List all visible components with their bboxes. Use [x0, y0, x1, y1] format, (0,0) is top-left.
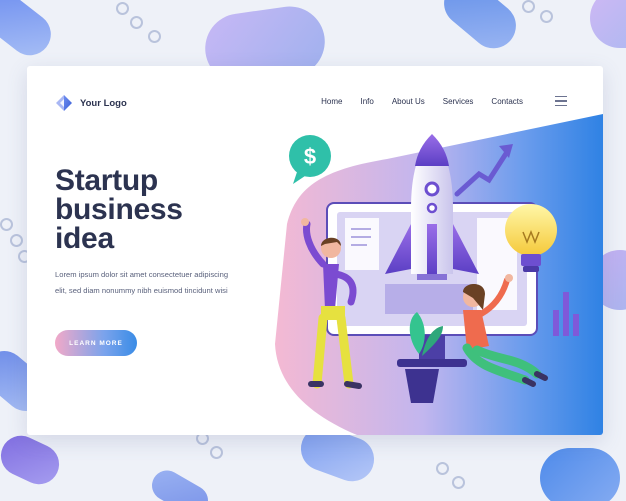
logo-text: Your Logo [80, 97, 127, 109]
nav-contacts[interactable]: Contacts [491, 97, 523, 106]
hamburger-menu-icon[interactable] [555, 96, 567, 106]
decor-ring [452, 476, 465, 489]
hero-title: Startup business idea [55, 164, 183, 255]
logo-icon [56, 95, 72, 111]
decor-ring [130, 16, 143, 29]
nav-services[interactable]: Services [443, 97, 474, 106]
decor-ring [116, 2, 129, 15]
logo[interactable]: Your Logo [55, 94, 127, 112]
startup-illustration: $ [275, 114, 603, 435]
decor-ring [0, 218, 13, 231]
decor-pill [540, 448, 620, 501]
decor-ring [148, 30, 161, 43]
hero-title-line: Startup [55, 164, 158, 197]
nav-about-us[interactable]: About Us [392, 97, 425, 106]
decor-pill [434, 0, 526, 58]
learn-more-button[interactable]: LEARN MORE [55, 330, 137, 356]
hero-title-line: business [55, 193, 183, 226]
decor-ring [10, 234, 23, 247]
decor-ring [522, 0, 535, 13]
nav-info[interactable]: Info [360, 97, 373, 106]
hero-title-line: idea [55, 222, 114, 255]
decor-ring [436, 462, 449, 475]
decor-ring [540, 10, 553, 23]
dollar-symbol: $ [304, 144, 316, 169]
decor-ring [210, 446, 223, 459]
main-nav: Home Info About Us Services Contacts [303, 97, 523, 106]
decor-pill [0, 0, 60, 64]
decor-pill [590, 0, 626, 48]
hero-description: Lorem ipsum dolor sit amet consectetuer … [55, 270, 229, 295]
landing-page-card: Your Logo Home Info About Us Services Co… [27, 66, 603, 435]
decor-pill [146, 465, 214, 501]
nav-home[interactable]: Home [321, 97, 342, 106]
decor-pill [0, 429, 66, 491]
